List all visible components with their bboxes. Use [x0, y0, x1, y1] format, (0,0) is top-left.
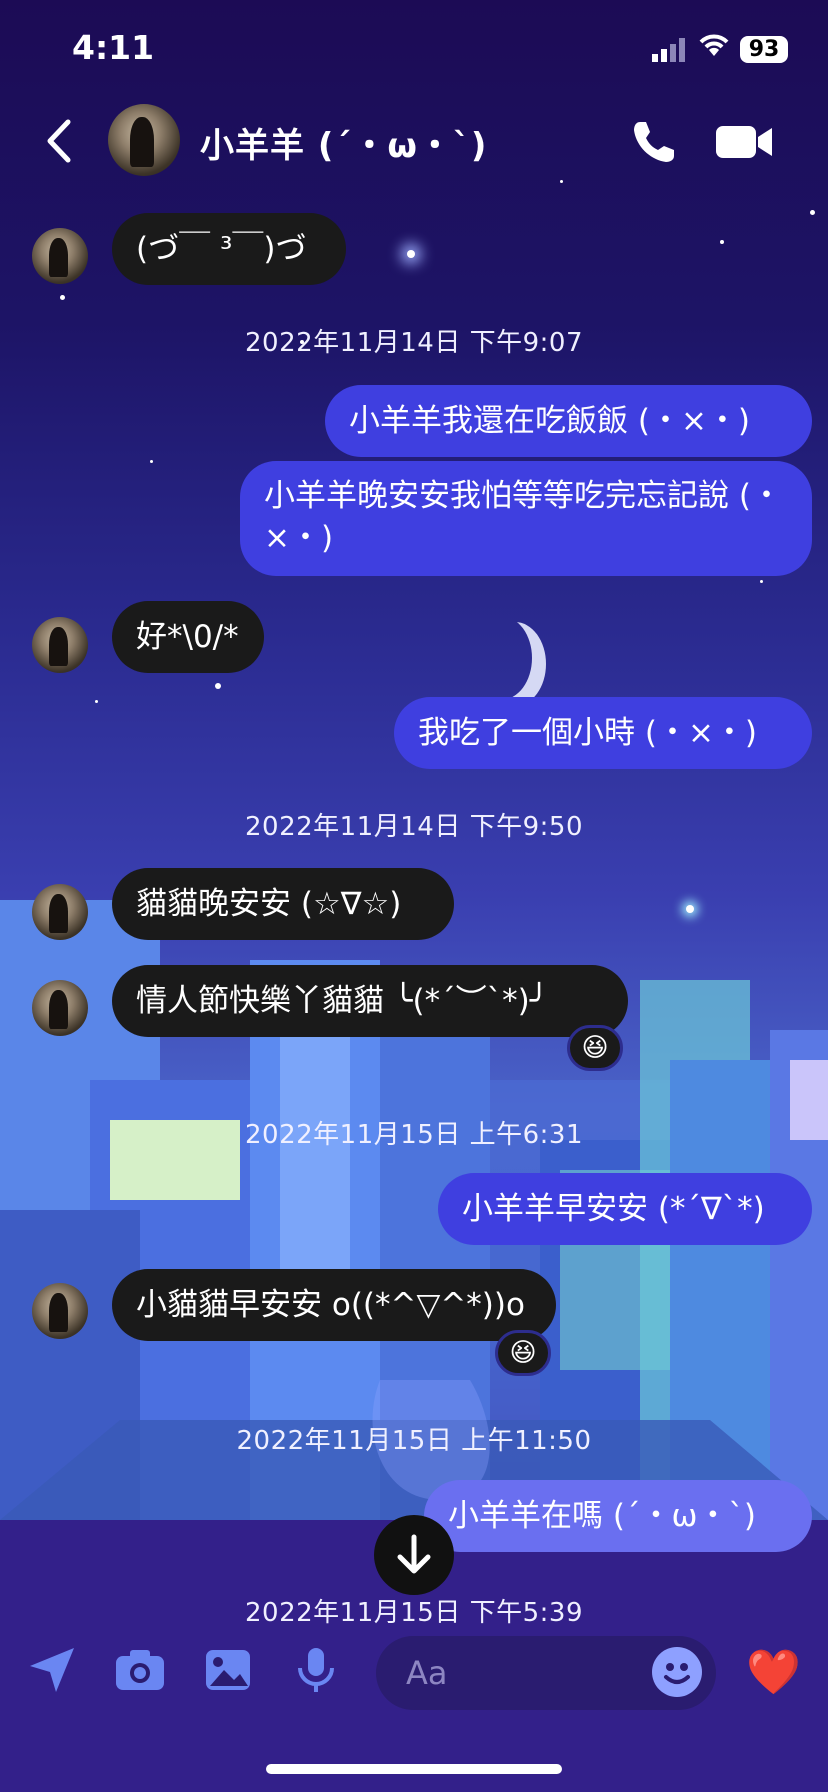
sender-avatar[interactable] — [32, 228, 88, 284]
message-incoming[interactable]: 小貓貓早安安 o((*^▽^*))o — [112, 1269, 556, 1341]
message-outgoing[interactable]: 小羊羊晚安安我怕等等吃完忘記說 (・×・) — [240, 461, 812, 576]
gallery-icon[interactable] — [202, 1644, 254, 1696]
timestamp: 2022年11月14日 下午9:07 — [245, 328, 583, 358]
wifi-icon — [699, 34, 729, 56]
message-outgoing[interactable]: 小羊羊早安安 (*´∇`*) — [438, 1173, 812, 1245]
battery-indicator: 93 — [740, 36, 788, 63]
location-icon[interactable] — [26, 1644, 78, 1696]
status-bar: 4:11 93 — [0, 0, 828, 96]
home-indicator — [266, 1764, 562, 1774]
message-incoming[interactable]: 貓貓晚安安 (☆∇☆) — [112, 868, 454, 940]
timestamp: 2022年11月15日 上午6:31 — [245, 1120, 583, 1150]
like-button[interactable]: ❤️ — [746, 1646, 801, 1698]
message-input-placeholder: Aa — [406, 1654, 448, 1692]
message-incoming[interactable]: 情人節快樂丫貓貓 ╰(*´︶`*)╯ — [112, 965, 628, 1037]
back-icon[interactable] — [40, 116, 80, 166]
message-incoming[interactable]: (づ￣ ³￣)づ — [112, 213, 346, 285]
sender-avatar[interactable] — [32, 980, 88, 1036]
message-input[interactable]: Aa — [376, 1636, 716, 1710]
scroll-down-icon — [397, 1534, 431, 1574]
status-time: 4:11 — [72, 28, 155, 67]
sender-avatar[interactable] — [32, 884, 88, 940]
message-outgoing[interactable]: 我吃了一個小時 (・×・) — [394, 697, 812, 769]
cellular-signal-icon — [652, 38, 685, 62]
timestamp: 2022年11月14日 下午9:50 — [245, 812, 583, 842]
chat-header: 小羊羊 (´・ω・`) — [0, 96, 828, 188]
message-outgoing[interactable]: 小羊羊在嗎 (´・ω・`) — [424, 1480, 812, 1552]
emoji-icon[interactable] — [652, 1647, 702, 1697]
scroll-to-bottom-button[interactable] — [374, 1515, 454, 1595]
camera-icon[interactable] — [114, 1644, 166, 1696]
contact-name[interactable]: 小羊羊 (´・ω・`) — [200, 118, 487, 167]
sender-avatar[interactable] — [32, 617, 88, 673]
sender-avatar[interactable] — [32, 1283, 88, 1339]
contact-avatar[interactable] — [108, 104, 180, 176]
video-icon[interactable] — [714, 122, 774, 162]
microphone-icon[interactable] — [290, 1644, 342, 1696]
reaction-badge[interactable]: 😆 — [567, 1025, 623, 1071]
timestamp: 2022年11月15日 上午11:50 — [236, 1426, 592, 1456]
message-incoming[interactable]: 好*\0/* — [112, 601, 264, 673]
message-outgoing[interactable]: 小羊羊我還在吃飯飯 (・×・) — [325, 385, 812, 457]
phone-icon[interactable] — [630, 118, 678, 166]
message-composer: Aa ❤️ — [0, 1620, 828, 1730]
reaction-badge[interactable]: 😆 — [495, 1330, 551, 1376]
